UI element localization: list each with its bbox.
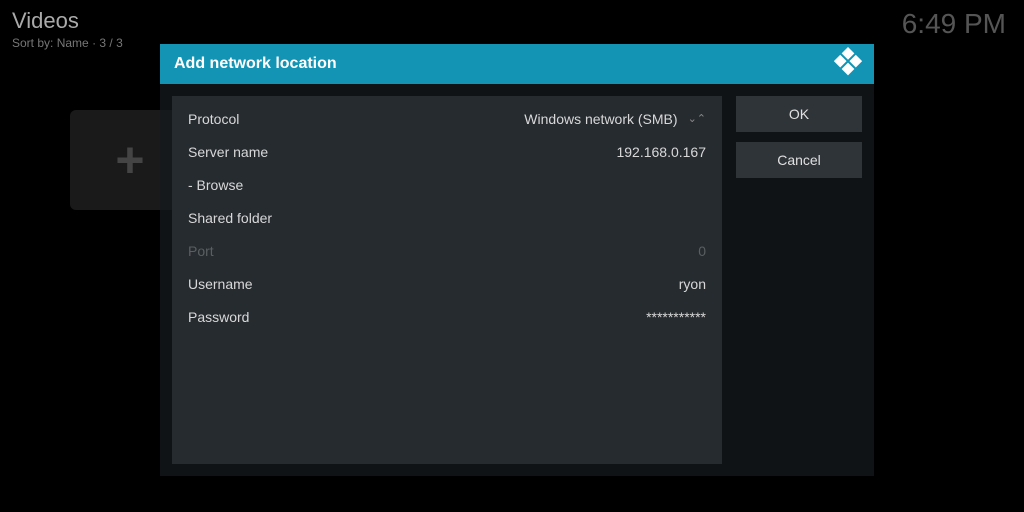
chevron-up-icon: ⌃ — [697, 112, 706, 125]
dialog-title: Add network location — [174, 55, 337, 73]
server-name-value: 192.168.0.167 — [616, 144, 706, 160]
password-label: Password — [188, 309, 646, 325]
sort-prefix: Sort by: — [12, 36, 53, 50]
server-name-row[interactable]: Server name 192.168.0.167 — [172, 135, 722, 168]
kodi-logo-icon — [831, 47, 865, 81]
password-value: *********** — [646, 309, 706, 325]
background-header: Videos Sort by: Name · 3 / 3 — [12, 8, 123, 50]
server-name-label: Server name — [188, 144, 616, 160]
clock: 6:49 PM — [902, 8, 1006, 40]
protocol-row[interactable]: Protocol Windows network (SMB) ⌄⌃ — [172, 102, 722, 135]
add-network-dialog: Add network location Protocol Windows ne… — [160, 44, 874, 476]
username-label: Username — [188, 276, 679, 292]
port-row: Port 0 — [172, 234, 722, 267]
browse-label: - Browse — [188, 177, 706, 193]
shared-folder-label: Shared folder — [188, 210, 706, 226]
cancel-button[interactable]: Cancel — [736, 142, 862, 178]
sort-value: Name — [57, 36, 89, 50]
protocol-value: Windows network (SMB) — [524, 111, 677, 127]
sort-info: Sort by: Name · 3 / 3 — [12, 36, 123, 50]
port-label: Port — [188, 243, 698, 259]
ok-button[interactable]: OK — [736, 96, 862, 132]
button-panel: OK Cancel — [736, 96, 862, 464]
shared-folder-row[interactable]: Shared folder — [172, 201, 722, 234]
page-title: Videos — [12, 8, 123, 34]
chevron-down-icon: ⌄ — [688, 112, 697, 125]
port-value: 0 — [698, 243, 706, 259]
item-count: 3 / 3 — [99, 36, 122, 50]
form-panel: Protocol Windows network (SMB) ⌄⌃ Server… — [172, 96, 722, 464]
password-row[interactable]: Password *********** — [172, 300, 722, 333]
username-value: ryon — [679, 276, 706, 292]
dialog-body: Protocol Windows network (SMB) ⌄⌃ Server… — [160, 84, 874, 476]
browse-row[interactable]: - Browse — [172, 168, 722, 201]
dialog-header: Add network location — [160, 44, 874, 84]
plus-icon: + — [115, 131, 144, 189]
spinner-arrows-icon[interactable]: ⌄⌃ — [688, 112, 706, 125]
username-row[interactable]: Username ryon — [172, 267, 722, 300]
protocol-label: Protocol — [188, 111, 524, 127]
